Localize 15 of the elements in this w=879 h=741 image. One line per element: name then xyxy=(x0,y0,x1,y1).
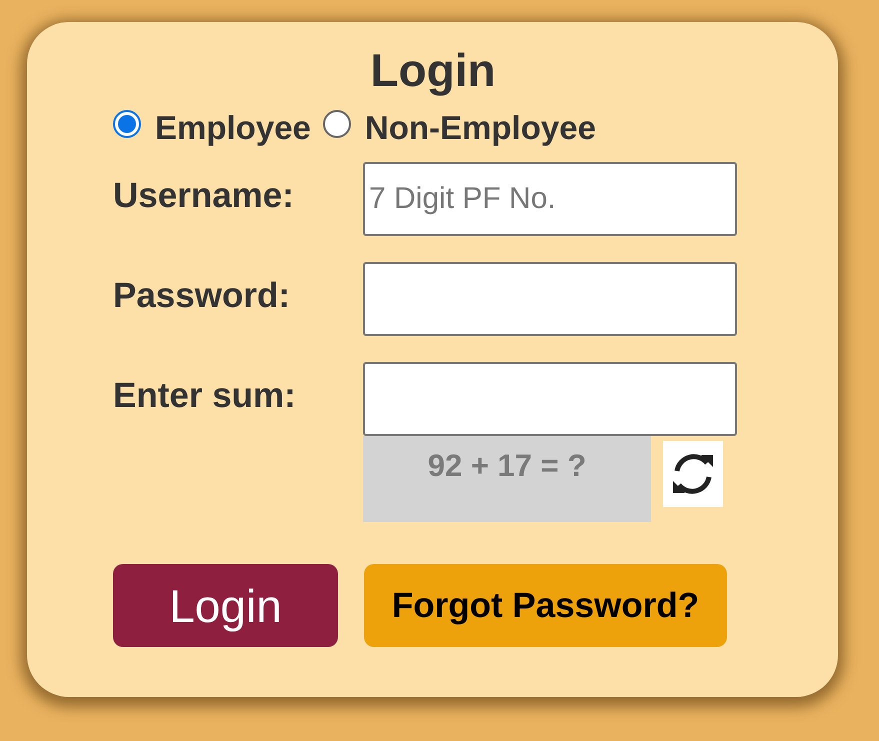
radio-button[interactable] xyxy=(322,110,351,138)
radio-label: Employee xyxy=(155,109,311,147)
field-label: Enter sum: xyxy=(113,375,297,416)
forgot-password-button[interactable]: Forgot Password? xyxy=(364,564,727,647)
login-title: Login xyxy=(369,43,497,98)
input-field[interactable]: 7 Digit PF No. xyxy=(363,162,737,236)
captcha-text: 92 + 17 = ? xyxy=(363,436,651,522)
radio-label: Non-Employee xyxy=(364,109,596,147)
input-field[interactable] xyxy=(363,262,737,336)
login-button[interactable]: Login xyxy=(113,564,338,647)
field-label: Password: xyxy=(113,275,291,316)
input-field[interactable] xyxy=(363,362,737,436)
field-label: Username: xyxy=(113,175,295,216)
refresh-icon[interactable] xyxy=(663,441,723,507)
radio-button[interactable] xyxy=(113,110,141,138)
